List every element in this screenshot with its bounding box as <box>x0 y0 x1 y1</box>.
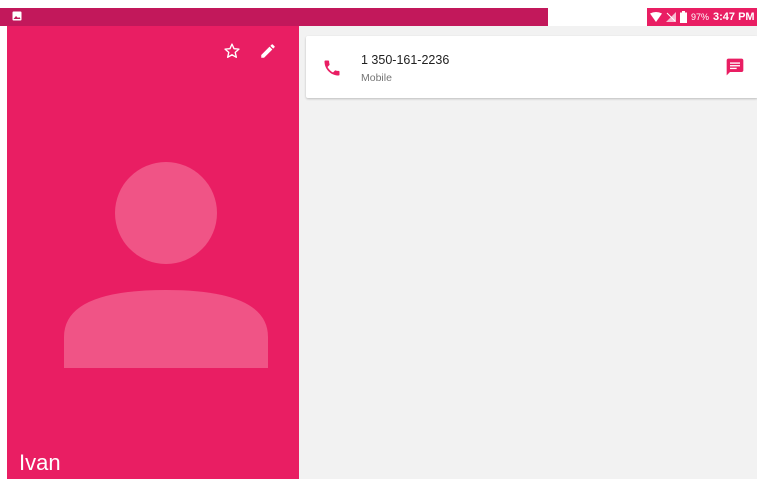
contact-header-panel: Ivan <box>7 26 299 479</box>
status-bar <box>0 8 548 26</box>
status-bar-gap <box>548 8 647 26</box>
avatar-placeholder-icon <box>64 162 268 368</box>
phone-icon <box>324 60 340 76</box>
edit-pencil-icon <box>261 44 275 58</box>
star-outline-icon <box>224 43 240 58</box>
battery-percent: 97% <box>691 12 710 22</box>
favorite-star-button[interactable] <box>221 40 243 62</box>
battery-icon <box>680 11 687 23</box>
contact-detail-screen: 97% 3:47 PM Ivan 1 350-161-2236 Mobile <box>0 0 757 479</box>
phone-number: 1 350-161-2236 <box>361 53 450 67</box>
phone-type-label: Mobile <box>361 72 392 84</box>
phone-entry-card[interactable]: 1 350-161-2236 Mobile <box>306 36 757 98</box>
contact-details-area: 1 350-161-2236 Mobile <box>299 26 757 479</box>
image-notification-icon <box>12 11 22 21</box>
contact-name: Ivan <box>19 450 61 475</box>
signal-icon <box>666 12 676 22</box>
clock: 3:47 PM <box>713 11 755 23</box>
status-bar-right: 97% 3:47 PM <box>647 8 757 26</box>
message-icon[interactable] <box>724 57 746 77</box>
edit-contact-button[interactable] <box>257 40 279 62</box>
wifi-icon <box>650 12 662 22</box>
